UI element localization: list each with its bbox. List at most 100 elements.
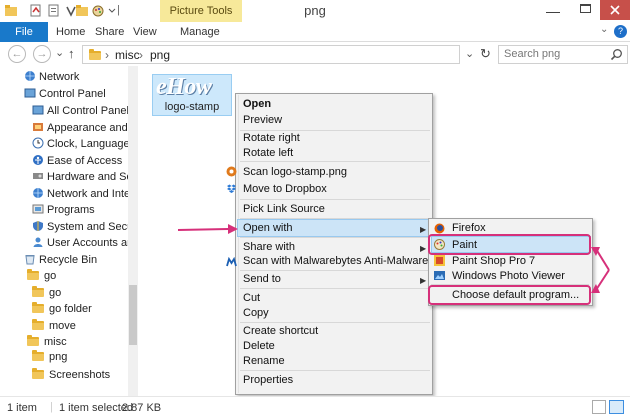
nav-item-hardware-sound[interactable]: Hardware and Soun bbox=[32, 169, 128, 185]
nav-item-control-panel[interactable]: Control Panel bbox=[24, 86, 106, 102]
chevron-down-icon[interactable]: ⌄ bbox=[600, 24, 608, 35]
recent-locations-button[interactable]: ⌄ bbox=[55, 46, 64, 59]
back-button[interactable]: ← bbox=[8, 45, 26, 63]
nav-item-label: Hardware and Soun bbox=[47, 171, 128, 183]
menu-item-move-to-dropbox[interactable]: Move to Dropbox bbox=[243, 182, 327, 197]
nav-item-move[interactable]: move bbox=[32, 318, 76, 334]
menu-item-send-to[interactable]: Send to bbox=[243, 272, 281, 287]
submenu-item-windows-photo-viewer[interactable]: Windows Photo Viewer bbox=[452, 269, 565, 284]
tab-manage[interactable]: Manage bbox=[180, 22, 220, 42]
breadcrumb-separator[interactable]: › bbox=[139, 48, 143, 62]
programs-icon bbox=[32, 204, 44, 214]
nav-item-all-control-panel[interactable]: All Control Panel Ite bbox=[32, 103, 128, 119]
details-view-button[interactable] bbox=[592, 400, 606, 414]
nav-item-label: User Accounts and I bbox=[47, 237, 128, 249]
nav-item-appearance[interactable]: Appearance and Pe bbox=[32, 120, 128, 136]
menu-separator bbox=[240, 199, 430, 200]
nav-item-programs[interactable]: Programs bbox=[32, 202, 95, 218]
breadcrumb-misc[interactable]: misc bbox=[115, 48, 140, 62]
user-accounts-icon bbox=[33, 237, 43, 247]
nav-item-misc[interactable]: misc bbox=[27, 334, 67, 350]
nav-item-label: All Control Panel Ite bbox=[47, 105, 128, 117]
menu-item-rotate-right[interactable]: Rotate right bbox=[243, 131, 300, 146]
menu-item-scan-malwarebytes[interactable]: Scan with Malwarebytes Anti-Malware bbox=[243, 254, 428, 269]
large-icons-view-button[interactable] bbox=[609, 400, 624, 414]
menu-item-properties[interactable]: Properties bbox=[243, 373, 293, 388]
nav-scrollbar-thumb[interactable] bbox=[129, 285, 137, 345]
file-thumbnail-logo: eHow bbox=[156, 74, 212, 100]
nav-item-label: System and Security bbox=[47, 221, 128, 233]
menu-separator bbox=[240, 288, 430, 289]
hardware-icon bbox=[33, 173, 43, 179]
tab-share[interactable]: Share bbox=[95, 22, 124, 42]
minimize-button[interactable]: — bbox=[546, 3, 560, 19]
folder-icon bbox=[27, 335, 39, 346]
menu-item-preview[interactable]: Preview bbox=[243, 113, 282, 128]
menu-item-delete[interactable]: Delete bbox=[243, 339, 275, 354]
status-bar: 1 item | 1 item selected 2.87 KB bbox=[0, 396, 630, 419]
nav-item-network-internet[interactable]: Network and Interne bbox=[32, 186, 128, 202]
folder-icon bbox=[32, 368, 44, 379]
up-button[interactable]: ↑ bbox=[68, 46, 75, 61]
nav-scrollbar[interactable] bbox=[128, 66, 138, 396]
submenu-item-paint-shop-pro[interactable]: Paint Shop Pro 7 bbox=[452, 254, 535, 269]
nav-item-label: Clock, Language, ar bbox=[47, 138, 128, 150]
clock-icon bbox=[32, 137, 44, 149]
paint-pointer bbox=[595, 248, 610, 271]
breadcrumb-separator[interactable]: › bbox=[105, 48, 109, 62]
close-button[interactable] bbox=[600, 0, 630, 20]
file-name: logo-stamp bbox=[164, 101, 220, 113]
security-icon bbox=[33, 221, 43, 231]
nav-item-clock-language[interactable]: Clock, Language, ar bbox=[32, 136, 128, 152]
menu-item-copy[interactable]: Copy bbox=[243, 306, 269, 321]
network-icon bbox=[33, 188, 43, 198]
nav-item-label: misc bbox=[44, 336, 67, 348]
network-icon bbox=[25, 71, 35, 81]
maximize-button[interactable] bbox=[580, 4, 591, 13]
search-input[interactable]: Search png bbox=[498, 45, 628, 64]
nav-item-label: Recycle Bin bbox=[39, 254, 98, 266]
folder-icon bbox=[32, 319, 44, 330]
tab-view[interactable]: View bbox=[133, 22, 157, 42]
menu-item-share-with[interactable]: Share with bbox=[243, 240, 295, 255]
menu-separator bbox=[240, 237, 430, 238]
nav-item-user-accounts[interactable]: User Accounts and I bbox=[32, 235, 128, 251]
refresh-button[interactable]: ↻ bbox=[480, 46, 491, 62]
ease-of-access-icon bbox=[33, 155, 43, 165]
nav-item-network[interactable]: Network bbox=[24, 69, 79, 85]
menu-item-rename[interactable]: Rename bbox=[243, 354, 285, 369]
menu-item-scan[interactable]: Scan logo-stamp.png bbox=[243, 165, 347, 180]
nav-item-label: Network and Interne bbox=[47, 188, 128, 200]
help-icon[interactable]: ? bbox=[614, 25, 627, 38]
menu-item-open-with[interactable]: Open with bbox=[243, 221, 293, 236]
nav-item-png[interactable]: png bbox=[32, 349, 67, 365]
tab-home[interactable]: Home bbox=[56, 22, 85, 42]
nav-item-go[interactable]: go bbox=[27, 268, 56, 284]
menu-item-create-shortcut[interactable]: Create shortcut bbox=[243, 324, 318, 339]
menu-item-pick-link-source[interactable]: Pick Link Source bbox=[243, 202, 325, 217]
malwarebytes-icon bbox=[226, 257, 237, 267]
nav-item-label: go bbox=[44, 270, 57, 282]
nav-item-label: Screenshots bbox=[49, 369, 111, 381]
search-icon[interactable] bbox=[610, 48, 623, 61]
address-bar[interactable]: › misc › png bbox=[82, 45, 460, 64]
nav-item-label: Programs bbox=[47, 204, 95, 216]
menu-gutter-line bbox=[238, 95, 239, 393]
menu-item-rotate-left[interactable]: Rotate left bbox=[243, 146, 293, 161]
default-pointer bbox=[595, 269, 610, 291]
tab-file[interactable]: File bbox=[0, 22, 48, 42]
nav-item-screenshots[interactable]: Screenshots bbox=[32, 367, 110, 383]
nav-item-recycle-bin[interactable]: Recycle Bin bbox=[24, 252, 97, 268]
nav-item-go-folder[interactable]: go folder bbox=[32, 301, 92, 317]
navigation-pane: Network Control Panel All Control Panel … bbox=[0, 66, 128, 396]
forward-button[interactable]: → bbox=[33, 45, 51, 63]
nav-item-ease-of-access[interactable]: Ease of Access bbox=[32, 153, 122, 169]
folder-icon bbox=[27, 269, 39, 280]
menu-item-cut[interactable]: Cut bbox=[243, 291, 260, 306]
address-dropdown-button[interactable]: ⌄ bbox=[465, 47, 474, 60]
nav-item-go-sub[interactable]: go bbox=[32, 285, 61, 301]
menu-item-open[interactable]: Open bbox=[243, 97, 271, 112]
breadcrumb-png[interactable]: png bbox=[150, 48, 170, 62]
nav-item-system-security[interactable]: System and Security bbox=[32, 219, 128, 235]
folder-icon bbox=[32, 302, 44, 313]
